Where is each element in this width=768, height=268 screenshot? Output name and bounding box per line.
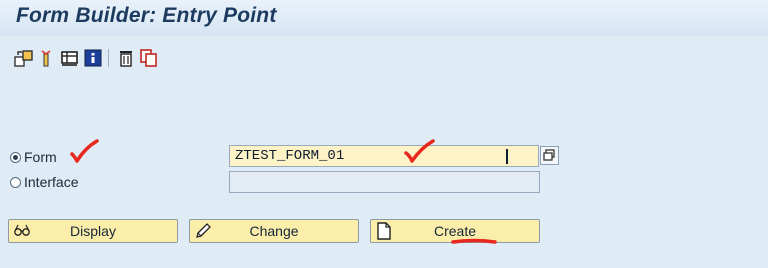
text-cursor: [506, 149, 508, 164]
info-icon[interactable]: [83, 49, 103, 67]
form-name-input[interactable]: ZTEST_FORM_01: [229, 145, 539, 167]
annotation-underline: [451, 238, 497, 244]
annotation-checkmark: [70, 139, 99, 163]
copy-icon[interactable]: [139, 49, 159, 67]
create-button-label: Create: [433, 223, 477, 239]
toolbar-separator: [108, 49, 109, 67]
application-toolbar: [0, 36, 768, 78]
value-help-icon: [543, 149, 555, 161]
form-radio-option[interactable]: Form: [10, 149, 57, 165]
copy-object-icon[interactable]: [14, 49, 34, 67]
display-button-label: Display: [70, 223, 116, 239]
delete-icon[interactable]: [116, 49, 136, 67]
interface-radio-label: Interface: [24, 174, 79, 190]
value-help-button[interactable]: [540, 146, 559, 165]
page-title: Form Builder: Entry Point: [16, 4, 277, 27]
interface-name-field[interactable]: [229, 171, 540, 193]
form-radio-button[interactable]: [10, 151, 21, 163]
interface-radio-option[interactable]: Interface: [10, 174, 78, 190]
form-print-icon[interactable]: [60, 49, 80, 67]
form-radio-label: Form: [24, 149, 57, 165]
rename-icon[interactable]: [37, 49, 57, 67]
annotation-checkmark: [404, 139, 435, 163]
title-bar: Form Builder: Entry Point: [0, 0, 768, 36]
form-name-value: ZTEST_FORM_01: [235, 148, 345, 164]
change-button-label: Change: [249, 223, 299, 239]
interface-radio-button[interactable]: [10, 176, 21, 188]
display-button[interactable]: Display: [8, 219, 178, 243]
change-button[interactable]: Change: [189, 219, 359, 243]
